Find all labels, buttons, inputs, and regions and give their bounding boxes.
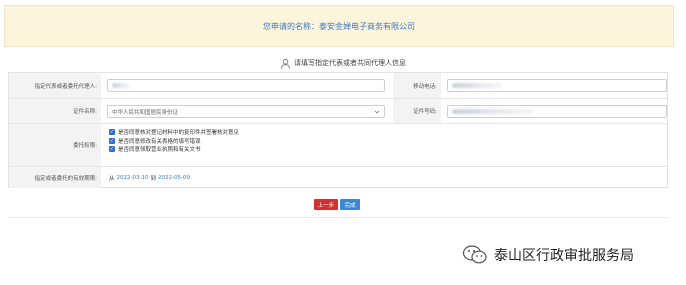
divider bbox=[8, 217, 668, 218]
checkbox-checked-icon[interactable]: ✓ bbox=[109, 137, 115, 144]
section-title-text: 请填写指定代表或者共同代理人信息 bbox=[294, 59, 406, 67]
authority-checkbox-2[interactable]: ✓ 是否同意修改有关表格的填写错误 bbox=[109, 137, 239, 146]
authority-text-1: 是否同意核对登记材料中的复印件并签署核对意见 bbox=[118, 130, 240, 137]
agent-info-form: 指定代表或者委托代理人: 移动电话: 证件名称: 中华人民共和国居民身份证 证件… bbox=[8, 72, 668, 188]
checkbox-checked-icon[interactable]: ✓ bbox=[109, 146, 115, 153]
authority-text-3: 是否同意领取营业执照和有关文书 bbox=[118, 147, 201, 154]
id-number-label: 证件号码: bbox=[393, 99, 441, 123]
mobile-label: 移动电话: bbox=[393, 73, 441, 98]
previous-step-button[interactable]: 上一步 bbox=[314, 199, 338, 210]
validity-end-date[interactable]: 2022-05-09 bbox=[158, 175, 190, 181]
validity-period: 从 2022-03-10 到 2022-05-09 bbox=[109, 167, 192, 188]
watermark: 泰山区行政审批服务局 bbox=[462, 240, 634, 270]
form-row-id: 证件名称: 中华人民共和国居民身份证 证件号码: bbox=[9, 99, 667, 124]
redacted-value bbox=[112, 83, 130, 88]
authority-text-2: 是否同意修改有关表格的填写错误 bbox=[118, 138, 201, 145]
form-row-agent: 指定代表或者委托代理人: 移动电话: bbox=[9, 73, 667, 99]
checkbox-checked-icon[interactable]: ✓ bbox=[109, 129, 115, 136]
id-type-label: 证件名称: bbox=[9, 99, 101, 123]
validity-to: 到 bbox=[150, 175, 156, 182]
validity-label: 指定或者委托的有效期限: bbox=[9, 167, 101, 188]
authority-checkbox-1[interactable]: ✓ 是否同意核对登记材料中的复印件并签署核对意见 bbox=[109, 128, 239, 137]
id-type-value: 中华人民共和国居民身份证 bbox=[112, 109, 179, 116]
redacted-value bbox=[452, 83, 502, 88]
chevron-down-icon bbox=[374, 110, 380, 114]
redacted-value bbox=[452, 109, 534, 114]
authority-checkbox-3[interactable]: ✓ 是否同意领取营业执照和有关文书 bbox=[109, 145, 239, 154]
validity-from: 从 bbox=[109, 175, 115, 182]
mobile-phone-field[interactable] bbox=[447, 79, 667, 92]
id-type-select[interactable]: 中华人民共和国居民身份证 bbox=[107, 105, 385, 118]
agent-name-field[interactable] bbox=[107, 79, 385, 92]
person-icon bbox=[280, 58, 291, 69]
wechat-public-account-icon bbox=[462, 245, 487, 264]
id-number-field[interactable] bbox=[447, 105, 667, 118]
authority-label: 委托权限: bbox=[9, 124, 101, 166]
validity-start-date[interactable]: 2022-03-10 bbox=[117, 175, 149, 181]
watermark-text: 泰山区行政审批服务局 bbox=[494, 248, 634, 264]
form-row-validity: 指定或者委托的有效期限: 从 2022-03-10 到 2022-05-09 bbox=[9, 167, 667, 188]
done-button[interactable]: 完成 bbox=[340, 199, 360, 210]
section-title: 请填写指定代表或者共同代理人信息 bbox=[0, 56, 686, 70]
company-name: 泰安金婵电子商务有限公司 bbox=[319, 21, 415, 31]
application-name-banner: 您申请的名称： 泰安金婵电子商务有限公司 bbox=[4, 5, 674, 47]
form-row-authority: 委托权限: ✓ 是否同意核对登记材料中的复印件并签署核对意见 ✓ 是否同意修改有… bbox=[9, 124, 667, 167]
agent-label: 指定代表或者委托代理人: bbox=[9, 73, 101, 98]
authority-checkbox-group: ✓ 是否同意核对登记材料中的复印件并签署核对意见 ✓ 是否同意修改有关表格的填写… bbox=[109, 128, 239, 154]
banner-prefix: 您申请的名称： bbox=[263, 21, 319, 31]
